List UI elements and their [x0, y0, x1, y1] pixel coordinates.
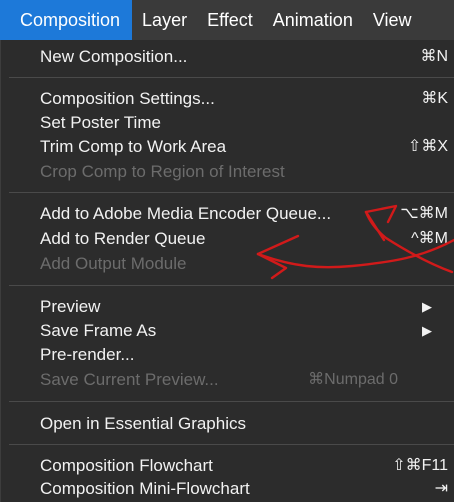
menu-item-open-in-essential-graphics[interactable]: Open in Essential Graphics [40, 412, 448, 436]
menu-separator [9, 285, 454, 286]
menu-item-add-to-media-encoder-queue[interactable]: Add to Adobe Media Encoder Queue... ⌥⌘M [40, 202, 448, 226]
menubar-layer[interactable]: Layer [132, 0, 197, 40]
menu-item-save-frame-as[interactable]: Save Frame As ▶ [40, 319, 448, 343]
menu-item-new-composition[interactable]: New Composition... ⌘N [40, 45, 448, 69]
menu-separator [9, 444, 454, 445]
menu-item-shortcut: ⇥ [434, 480, 448, 497]
submenu-arrow-icon: ▶ [422, 323, 432, 338]
menu-item-label: Trim Comp to Work Area [40, 137, 227, 156]
menu-separator [9, 401, 454, 402]
composition-menu: New Composition... ⌘N Composition Settin… [0, 40, 454, 502]
menu-item-crop-comp-to-region: Crop Comp to Region of Interest [40, 160, 448, 184]
menu-bar: Composition Layer Effect Animation View [0, 0, 454, 40]
menubar-view[interactable]: View [363, 0, 422, 40]
menu-item-shortcut: ⇧⌘F11 [392, 457, 448, 474]
menubar-composition[interactable]: Composition [0, 0, 133, 40]
menu-item-shortcut: ⇧⌘X [407, 138, 448, 155]
menu-item-composition-mini-flowchart[interactable]: Composition Mini-Flowchart ⇥ [40, 477, 448, 501]
menu-item-shortcut: ⌘K [421, 90, 448, 107]
menu-item-composition-settings[interactable]: Composition Settings... ⌘K [40, 87, 448, 111]
menu-separator [9, 192, 454, 193]
menubar-effect[interactable]: Effect [197, 0, 263, 40]
menu-item-trim-comp-to-work-area[interactable]: Trim Comp to Work Area ⇧⌘X [40, 135, 448, 159]
menu-item-shortcut: ⌘N [420, 48, 448, 65]
menu-item-label: New Composition... [40, 47, 188, 66]
menu-item-add-output-module: Add Output Module [40, 252, 448, 276]
menu-item-set-poster-time[interactable]: Set Poster Time [40, 111, 448, 135]
menu-item-label: Composition Settings... [40, 89, 215, 108]
menu-item-label: Add to Render Queue [40, 229, 206, 248]
menu-item-shortcut: ⌥⌘M [400, 205, 448, 222]
menu-item-label: Save Frame As [40, 321, 157, 340]
menu-item-save-current-preview: Save Current Preview... ⌘Numpad 0 [40, 368, 448, 392]
menu-item-shortcut: ^⌘M [411, 230, 448, 247]
menu-item-label: Pre-render... [40, 345, 135, 364]
menu-item-label: Add Output Module [40, 254, 187, 273]
submenu-arrow-icon: ▶ [422, 299, 432, 314]
menu-item-composition-flowchart[interactable]: Composition Flowchart ⇧⌘F11 [40, 454, 448, 478]
menu-separator [9, 77, 454, 78]
menu-item-label: Open in Essential Graphics [40, 414, 246, 433]
menu-item-shortcut: ⌘Numpad 0 [308, 371, 398, 388]
menu-item-label: Crop Comp to Region of Interest [40, 162, 285, 181]
menu-item-pre-render[interactable]: Pre-render... [40, 343, 448, 367]
menubar-animation[interactable]: Animation [263, 0, 363, 40]
menu-item-label: Set Poster Time [40, 113, 161, 132]
menu-item-label: Composition Flowchart [40, 456, 213, 475]
menu-item-label: Preview [40, 297, 101, 316]
menu-item-preview[interactable]: Preview ▶ [40, 295, 448, 319]
menu-item-add-to-render-queue[interactable]: Add to Render Queue ^⌘M [40, 227, 448, 251]
menu-item-label: Save Current Preview... [40, 370, 219, 389]
menu-item-label: Add to Adobe Media Encoder Queue... [40, 204, 332, 223]
menu-item-label: Composition Mini-Flowchart [40, 479, 250, 498]
